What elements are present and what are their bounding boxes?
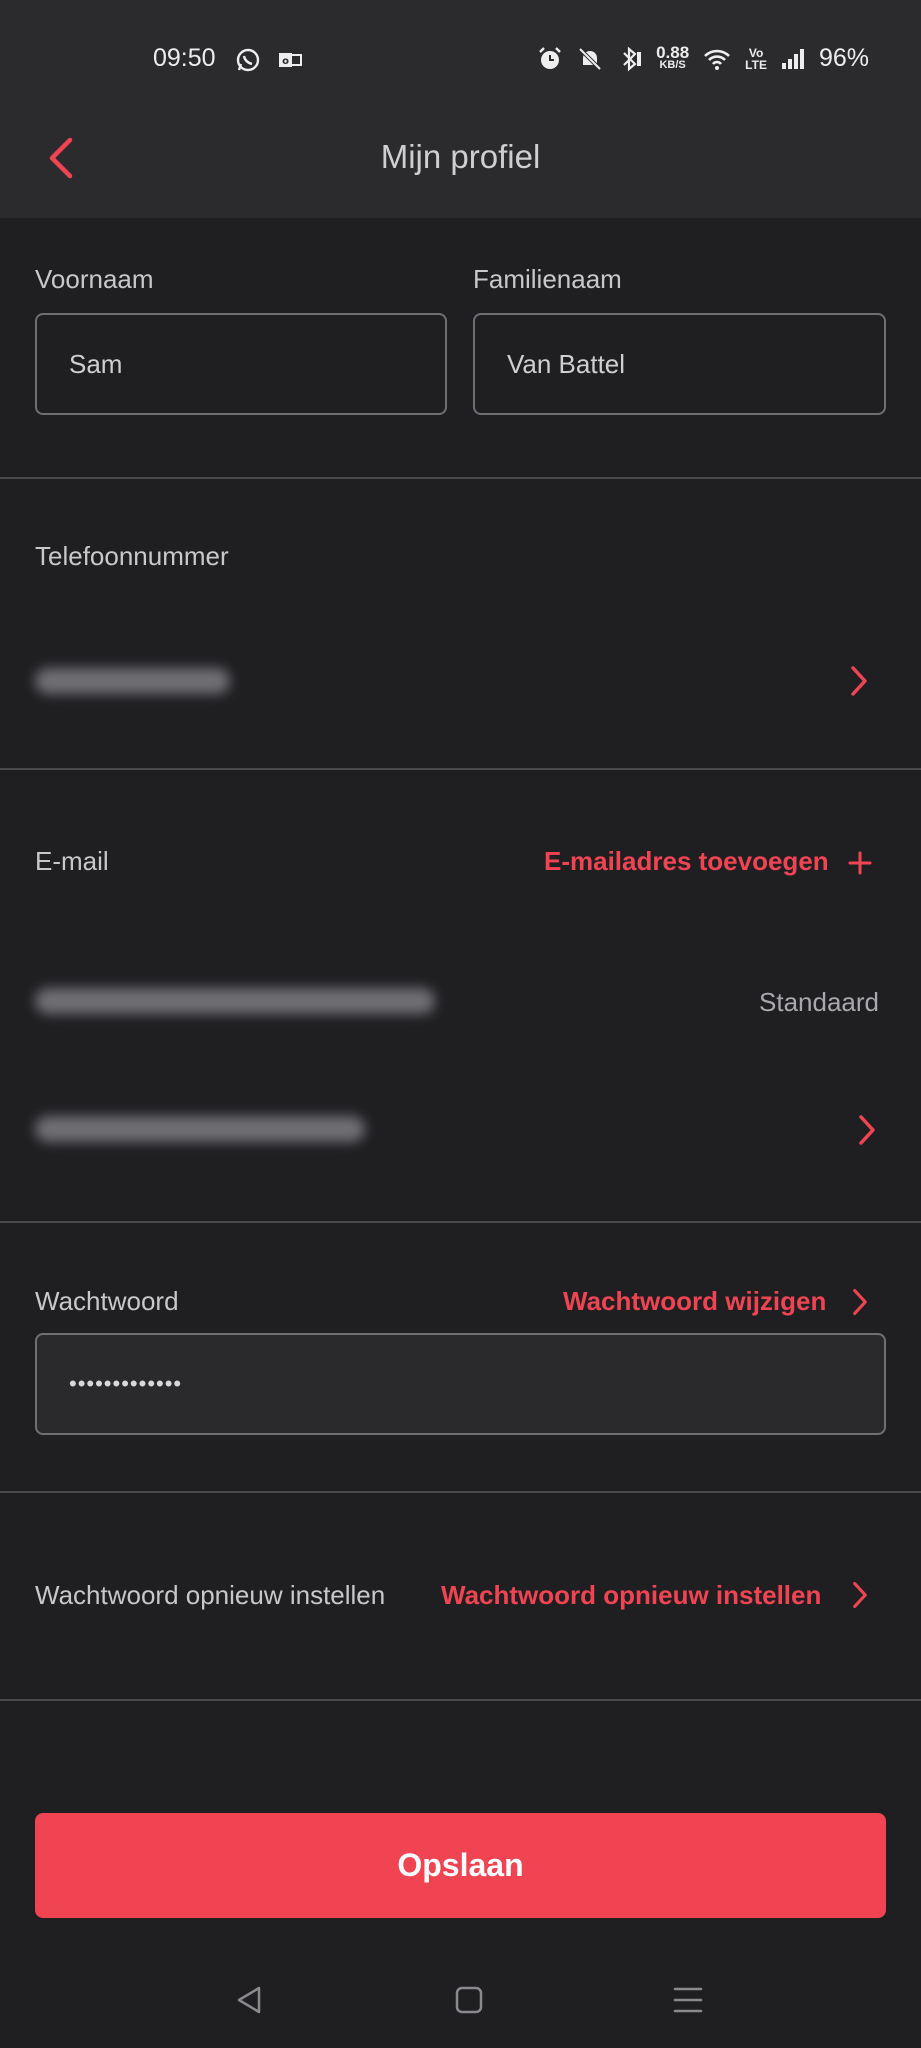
email-default-redacted: [35, 988, 435, 1014]
first-name-label: Voornaam: [35, 264, 154, 294]
change-password-link[interactable]: Wachtwoord wijzigen: [563, 1286, 826, 1317]
default-email-badge: Standaard: [759, 987, 879, 1017]
network-speed: 0.88 KB/S: [656, 43, 690, 71]
divider: [0, 1491, 921, 1493]
signal-icon: [781, 48, 804, 69]
network-speed-unit: KB/S: [659, 59, 686, 71]
status-right: 0.88 KB/S Vo LTE 96%: [536, 44, 869, 73]
save-button[interactable]: Opslaan: [35, 1813, 886, 1918]
add-email-link[interactable]: E-mailadres toevoegen: [544, 846, 829, 877]
password-input[interactable]: •••••••••••••: [35, 1333, 886, 1435]
bluetooth-icon: [623, 46, 642, 71]
network-speed-value: 0.88: [656, 43, 690, 62]
divider: [0, 1221, 921, 1223]
phone-label: Telefoonnummer: [35, 541, 229, 571]
nav-menu-icon[interactable]: [668, 1980, 708, 2020]
last-name-value: Van Battel: [507, 348, 626, 379]
battery-percentage: 96%: [818, 44, 869, 72]
last-name-input[interactable]: Van Battel: [473, 313, 886, 415]
wifi-icon: [704, 49, 731, 70]
password-label: Wachtwoord: [35, 1286, 179, 1316]
svg-text:o: o: [282, 56, 289, 67]
nav-home-icon[interactable]: [449, 1980, 489, 2020]
email-label: E-mail: [35, 846, 109, 876]
divider: [0, 477, 921, 479]
alarm-icon: [539, 46, 561, 69]
last-name-label: Familienaam: [473, 264, 622, 294]
email-secondary-redacted: [35, 1116, 365, 1142]
divider: [0, 768, 921, 770]
phone-row[interactable]: [0, 620, 921, 740]
plus-icon[interactable]: [847, 850, 873, 876]
outlook-icon: o: [279, 53, 302, 67]
page-title: Mijn profiel: [380, 138, 541, 175]
reset-password-link[interactable]: Wachtwoord opnieuw instellen: [441, 1580, 821, 1611]
app-header: [0, 0, 921, 218]
volte-indicator: Vo LTE: [745, 47, 767, 71]
status-left-icons: o: [234, 46, 304, 74]
divider: [0, 1699, 921, 1701]
first-name-value: Sam: [69, 348, 123, 379]
volte-bottom: LTE: [745, 57, 767, 72]
nav-back-icon[interactable]: [229, 1980, 269, 2020]
volte-top: Vo: [748, 45, 764, 60]
reset-password-label: Wachtwoord opnieuw instellen: [35, 1580, 386, 1610]
first-name-input[interactable]: Sam: [35, 313, 447, 415]
password-masked-value: •••••••••••••: [69, 1371, 183, 1396]
change-password-chevron-icon[interactable]: [849, 1287, 871, 1317]
email-chevron-icon[interactable]: [856, 1113, 878, 1147]
mute-bell-icon: [578, 47, 602, 70]
status-time: 09:50: [153, 44, 216, 72]
reset-password-chevron-icon[interactable]: [849, 1580, 871, 1610]
whatsapp-icon: [236, 48, 260, 72]
